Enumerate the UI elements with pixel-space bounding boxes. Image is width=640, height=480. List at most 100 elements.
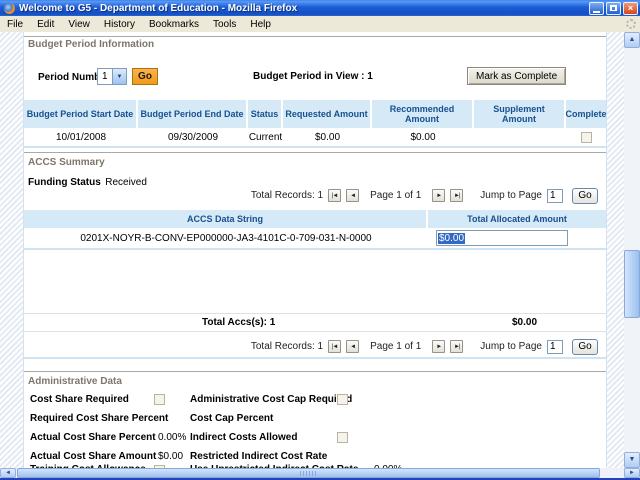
next-page-button[interactable]: ► xyxy=(432,340,445,353)
window-title: Welcome to G5 - Department of Education … xyxy=(19,3,589,14)
pagination-top: Total Records: 1 |◄ ◄ Page 1 of 1 ► ►| J… xyxy=(251,187,598,204)
prev-page-button[interactable]: ◄ xyxy=(346,340,359,353)
total-allocated-input[interactable]: $0.00 xyxy=(436,230,568,246)
accs-row: 0201X-NOYR-B-CONV-EP000000-JA3-4101C-0-7… xyxy=(24,228,606,250)
period-number-value: 1 xyxy=(98,69,112,84)
col-accs-data-string: ACCS Data String xyxy=(24,210,428,228)
prev-page-button[interactable]: ◄ xyxy=(346,189,359,202)
funding-status-value: Received xyxy=(105,177,147,188)
col-complete: Complete xyxy=(566,100,606,128)
actual-cost-share-amount-value: $0.00 xyxy=(158,451,183,462)
next-page-button[interactable]: ► xyxy=(432,189,445,202)
budget-period-in-view: Budget Period in View : 1 xyxy=(253,71,373,82)
col-start-date: Budget Period Start Date xyxy=(24,100,138,128)
restricted-indirect-cost-rate-label: Restricted Indirect Cost Rate xyxy=(190,451,327,462)
total-accs-label: Total Accs(s): 1 xyxy=(202,317,275,328)
mark-as-complete-button[interactable]: Mark as Complete xyxy=(467,67,566,85)
page-indicator: Page 1 of 1 xyxy=(370,341,421,352)
period-number-select[interactable]: 1 ▼ xyxy=(97,68,127,85)
actual-cost-share-percent-value: 0.00% xyxy=(158,432,186,443)
firefox-icon xyxy=(4,3,15,14)
cell-status: Current xyxy=(248,128,283,146)
chevron-down-icon[interactable]: ▼ xyxy=(112,69,126,84)
last-page-button[interactable]: ►| xyxy=(450,189,463,202)
budget-period-section-title: Budget Period Information xyxy=(28,39,154,50)
first-page-button[interactable]: |◄ xyxy=(328,189,341,202)
menu-history[interactable]: History xyxy=(97,18,142,31)
accs-data-string: 0201X-NOYR-B-CONV-EP000000-JA3-4101C-0-7… xyxy=(24,228,428,248)
divider xyxy=(24,371,606,372)
total-accs-amount: $0.00 xyxy=(512,317,537,328)
cost-share-required-checkbox[interactable] xyxy=(154,394,165,405)
menu-help[interactable]: Help xyxy=(243,18,278,31)
maximize-button[interactable] xyxy=(606,2,621,15)
col-end-date: Budget Period End Date xyxy=(138,100,248,128)
maximize-icon xyxy=(610,5,617,11)
col-supplement: Supplement Amount xyxy=(474,100,566,128)
cell-supplement xyxy=(474,128,566,146)
menu-view[interactable]: View xyxy=(61,18,97,31)
menu-bookmarks[interactable]: Bookmarks xyxy=(142,18,206,31)
admin-cost-cap-label: Administrative Cost Cap Required xyxy=(190,394,352,405)
menubar: File Edit View History Bookmarks Tools H… xyxy=(0,16,640,32)
jump-go-button[interactable]: Go xyxy=(572,188,598,204)
horizontal-scroll-thumb[interactable] xyxy=(17,468,600,478)
budget-period-table: Budget Period Start Date Budget Period E… xyxy=(24,100,606,148)
complete-checkbox[interactable] xyxy=(581,132,592,143)
cell-complete xyxy=(566,128,606,146)
indirect-costs-allowed-checkbox[interactable] xyxy=(337,432,348,443)
jump-to-page-input[interactable] xyxy=(547,189,563,203)
jump-to-page-label: Jump to Page xyxy=(480,190,542,201)
col-total-allocated: Total Allocated Amount xyxy=(428,210,606,228)
accs-section-title: ACCS Summary xyxy=(28,157,105,168)
jump-to-page-label: Jump to Page xyxy=(480,341,542,352)
scroll-left-button[interactable]: ◄ xyxy=(0,468,16,478)
menu-file[interactable]: File xyxy=(0,18,30,31)
page-indicator: Page 1 of 1 xyxy=(370,190,421,201)
titlebar: Welcome to G5 - Department of Education … xyxy=(0,0,640,16)
cost-cap-percent-label: Cost Cap Percent xyxy=(190,413,273,424)
menu-edit[interactable]: Edit xyxy=(30,18,61,31)
cell-recommended: $0.00 xyxy=(372,128,474,146)
budget-table-header-row: Budget Period Start Date Budget Period E… xyxy=(24,100,606,128)
period-go-button[interactable]: Go xyxy=(132,68,158,85)
page-content: Budget Period Information Period Number … xyxy=(23,32,607,468)
actual-cost-share-percent-label: Actual Cost Share Percent xyxy=(30,432,156,443)
accs-header-row: ACCS Data String Total Allocated Amount xyxy=(24,210,606,228)
menu-tools[interactable]: Tools xyxy=(206,18,243,31)
scroll-down-button[interactable]: ▼ xyxy=(624,452,640,468)
total-records-label: Total Records: 1 xyxy=(251,341,323,352)
actual-cost-share-amount-label: Actual Cost Share Amount xyxy=(30,451,156,462)
jump-go-button[interactable]: Go xyxy=(572,339,598,355)
funding-status-label: Funding Status xyxy=(28,177,101,188)
last-page-button[interactable]: ►| xyxy=(450,340,463,353)
divider xyxy=(24,152,606,153)
minimize-button[interactable] xyxy=(589,2,604,15)
total-records-label: Total Records: 1 xyxy=(251,190,323,201)
cell-requested: $0.00 xyxy=(283,128,372,146)
divider xyxy=(24,313,606,314)
admin-cost-cap-checkbox[interactable] xyxy=(337,394,348,405)
page-viewport: Budget Period Information Period Number … xyxy=(0,32,624,468)
firefox-window: Welcome to G5 - Department of Education … xyxy=(0,0,640,480)
divider xyxy=(24,357,606,359)
close-button[interactable]: × xyxy=(623,2,638,15)
thumb-grip xyxy=(300,471,318,476)
horizontal-scrollbar[interactable]: ◄ ► xyxy=(0,468,640,478)
col-status: Status xyxy=(248,100,283,128)
scroll-up-button[interactable]: ▲ xyxy=(624,32,640,48)
cell-start-date: 10/01/2008 xyxy=(24,128,138,146)
cell-end-date: 09/30/2009 xyxy=(138,128,248,146)
col-requested: Requested Amount xyxy=(283,100,372,128)
first-page-button[interactable]: |◄ xyxy=(328,340,341,353)
accs-table: ACCS Data String Total Allocated Amount … xyxy=(24,210,606,250)
col-recommended: Recommended Amount xyxy=(372,100,474,128)
scroll-right-button[interactable]: ► xyxy=(624,468,640,478)
jump-to-page-input[interactable] xyxy=(547,340,563,354)
divider xyxy=(24,36,606,37)
pagination-bottom: Total Records: 1 |◄ ◄ Page 1 of 1 ► ►| J… xyxy=(251,338,598,355)
vertical-scroll-thumb[interactable] xyxy=(624,250,640,318)
vertical-scrollbar[interactable]: ▲ ▼ xyxy=(624,32,640,468)
throbber-icon xyxy=(626,19,636,29)
budget-table-row: 10/01/2008 09/30/2009 Current $0.00 $0.0… xyxy=(24,128,606,148)
